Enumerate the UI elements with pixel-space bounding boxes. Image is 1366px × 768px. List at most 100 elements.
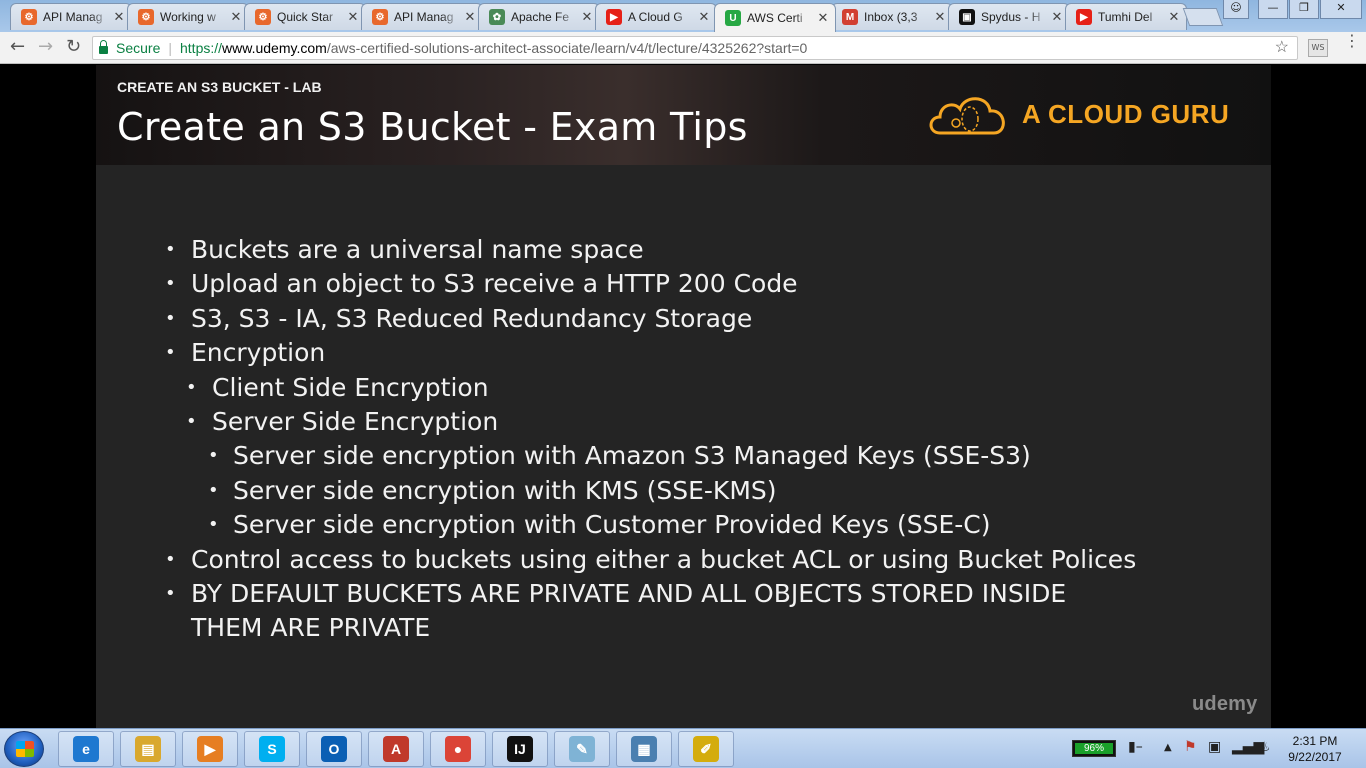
profile-icon[interactable]: ☺ bbox=[1223, 0, 1249, 19]
bullet-text: THEM ARE PRIVATE bbox=[191, 613, 431, 643]
tab-title: A Cloud G bbox=[628, 10, 683, 24]
taskbar-app-internet-explorer[interactable]: e bbox=[58, 731, 114, 767]
slide-title: Create an S3 Bucket - Exam Tips bbox=[117, 105, 748, 149]
tab-title: Inbox (3,3 bbox=[864, 10, 918, 24]
tab-title: API Manag bbox=[394, 10, 454, 24]
postman-icon: ⚙ bbox=[21, 9, 37, 25]
bullet-text: S3, S3 - IA, S3 Reduced Redundancy Stora… bbox=[191, 303, 753, 333]
taskbar-app-chrome[interactable]: ● bbox=[430, 731, 486, 767]
tab-title: Quick Star bbox=[277, 10, 334, 24]
bookmark-star-icon[interactable]: ☆ bbox=[1275, 37, 1289, 59]
start-button[interactable] bbox=[4, 731, 44, 767]
address-bar[interactable]: Secure | https://www.udemy.com/aws-certi… bbox=[92, 36, 1298, 60]
flag-alert-icon[interactable]: ⚑ bbox=[1184, 739, 1197, 755]
tab-title: AWS Certi bbox=[747, 11, 803, 25]
forward-icon[interactable]: → bbox=[38, 38, 53, 56]
taskbar-app-media-player[interactable]: ▶ bbox=[182, 731, 238, 767]
taskbar-app-intellij[interactable]: IJ bbox=[492, 731, 548, 767]
browser-tab[interactable]: U AWS Certi ✕ bbox=[714, 3, 836, 32]
tab-title: Apache Fe bbox=[511, 10, 570, 24]
bullet-text: Client Side Encryption bbox=[212, 372, 489, 402]
url-path: /aws-certified-solutions-architect-assoc… bbox=[326, 40, 808, 56]
close-tab-icon[interactable]: ✕ bbox=[113, 9, 125, 25]
postman-icon: ⚙ bbox=[255, 9, 271, 25]
close-tab-icon[interactable]: ✕ bbox=[464, 9, 476, 25]
bullet-icon: • bbox=[186, 376, 197, 398]
taskbar-app-paint[interactable]: ✐ bbox=[678, 731, 734, 767]
taskbar-app-skype[interactable]: S bbox=[244, 731, 300, 767]
browser-tab[interactable]: ⚙ API Manag ✕ bbox=[361, 3, 483, 30]
apache-icon: ✿ bbox=[489, 9, 505, 25]
close-tab-icon[interactable]: ✕ bbox=[1168, 9, 1180, 25]
media-player-icon: ▶ bbox=[197, 736, 223, 762]
lab-label: CREATE AN S3 BUCKET - LAB bbox=[117, 79, 322, 95]
taskbar-app-acrobat-reader[interactable]: A bbox=[368, 731, 424, 767]
bullet-text: Server Side Encryption bbox=[212, 406, 499, 436]
menu-icon[interactable]: ⋮ bbox=[1344, 33, 1360, 49]
video-player[interactable]: CREATE AN S3 BUCKET - LAB Create an S3 B… bbox=[0, 65, 1366, 728]
browser-toolbar: ← → ↻ Secure | https://www.udemy.com/aws… bbox=[0, 32, 1366, 64]
close-tab-icon[interactable]: ✕ bbox=[347, 9, 359, 25]
close-tab-icon[interactable]: ✕ bbox=[817, 10, 829, 26]
brand-name: A CLOUD GURU bbox=[1022, 98, 1230, 129]
photo-viewer-icon: ▦ bbox=[631, 736, 657, 762]
browser-tab[interactable]: M Inbox (3,3 ✕ bbox=[831, 3, 953, 30]
taskbar-app-file-explorer[interactable]: ▤ bbox=[120, 731, 176, 767]
reload-icon[interactable]: ↻ bbox=[66, 38, 81, 56]
device-icon[interactable]: ▣ bbox=[1208, 739, 1221, 755]
bullet-icon: • bbox=[165, 273, 176, 295]
power-plug-icon[interactable]: ▮– bbox=[1128, 739, 1143, 755]
chrome-icon: ● bbox=[445, 736, 471, 762]
browser-tab[interactable]: ▣ Spydus - H ✕ bbox=[948, 3, 1070, 30]
url-scheme: https:// bbox=[180, 40, 223, 56]
minimize-button[interactable]: — bbox=[1258, 0, 1288, 19]
cloud-logo-icon bbox=[929, 97, 1005, 135]
show-hidden-icons-icon[interactable]: ▲ bbox=[1164, 742, 1172, 753]
taskbar-app-notepad[interactable]: ✎ bbox=[554, 731, 610, 767]
battery-level: 96% bbox=[1075, 743, 1113, 754]
tab-title: API Manag bbox=[43, 10, 103, 24]
bullet-icon: • bbox=[165, 548, 176, 570]
extension-icon[interactable]: WS bbox=[1308, 39, 1328, 57]
browser-tab[interactable]: ⚙ Working w ✕ bbox=[127, 3, 249, 30]
tab-title: Tumhi Del bbox=[1098, 10, 1153, 24]
battery-indicator[interactable]: 96% bbox=[1072, 740, 1116, 757]
browser-tab[interactable]: ⚙ Quick Star ✕ bbox=[244, 3, 366, 30]
udemy-watermark: udemy bbox=[1192, 693, 1258, 715]
close-tab-icon[interactable]: ✕ bbox=[698, 9, 710, 25]
acrobat-reader-icon: A bbox=[383, 736, 409, 762]
youtube-icon: ▶ bbox=[1076, 9, 1092, 25]
browser-tab[interactable]: ▶ A Cloud G ✕ bbox=[595, 3, 717, 30]
taskbar-app-outlook[interactable]: O bbox=[306, 731, 362, 767]
internet-explorer-icon: e bbox=[73, 736, 99, 762]
back-icon[interactable]: ← bbox=[10, 38, 25, 56]
bullet-icon: • bbox=[165, 307, 176, 329]
new-tab-button[interactable] bbox=[1182, 8, 1224, 26]
skype-icon: S bbox=[259, 736, 285, 762]
bullet-text: Server side encryption with Amazon S3 Ma… bbox=[233, 441, 1031, 471]
postman-icon: ⚙ bbox=[138, 9, 154, 25]
volume-icon[interactable]: ♨ bbox=[1258, 739, 1271, 755]
clock-date: 9/22/2017 bbox=[1288, 750, 1342, 764]
taskbar: e ▤ ▶ S O A ● IJ ✎ ▦ ✐ 96% ▮– ▲ ⚑ ▣ ▂▄▆ ♨ 2:31 PM … bbox=[0, 728, 1366, 768]
browser-tab[interactable]: ⚙ API Manag ✕ bbox=[10, 3, 132, 30]
clock-time: 2:31 PM bbox=[1292, 734, 1338, 748]
bullet-icon: • bbox=[165, 342, 176, 364]
browser-tab[interactable]: ✿ Apache Fe ✕ bbox=[478, 3, 600, 30]
notepad-icon: ✎ bbox=[569, 736, 595, 762]
close-tab-icon[interactable]: ✕ bbox=[1051, 9, 1063, 25]
close-tab-icon[interactable]: ✕ bbox=[581, 9, 593, 25]
address-separator: | bbox=[168, 40, 172, 56]
bullet-icon: • bbox=[208, 445, 219, 467]
bullet-text: Upload an object to S3 receive a HTTP 20… bbox=[191, 269, 798, 299]
taskbar-app-photo-viewer[interactable]: ▦ bbox=[616, 731, 672, 767]
close-tab-icon[interactable]: ✕ bbox=[934, 9, 946, 25]
maximize-button[interactable]: ❐ bbox=[1289, 0, 1319, 19]
secure-label: Secure bbox=[116, 40, 161, 56]
close-tab-icon[interactable]: ✕ bbox=[230, 9, 242, 25]
system-clock[interactable]: 2:31 PM 9/22/2017 bbox=[1282, 733, 1348, 765]
close-window-button[interactable]: ✕ bbox=[1320, 0, 1362, 19]
browser-tab[interactable]: ▶ Tumhi Del ✕ bbox=[1065, 3, 1187, 30]
tab-title: Spydus - H bbox=[981, 10, 1041, 24]
bullet-text: Server side encryption with KMS (SSE-KMS… bbox=[233, 475, 777, 505]
